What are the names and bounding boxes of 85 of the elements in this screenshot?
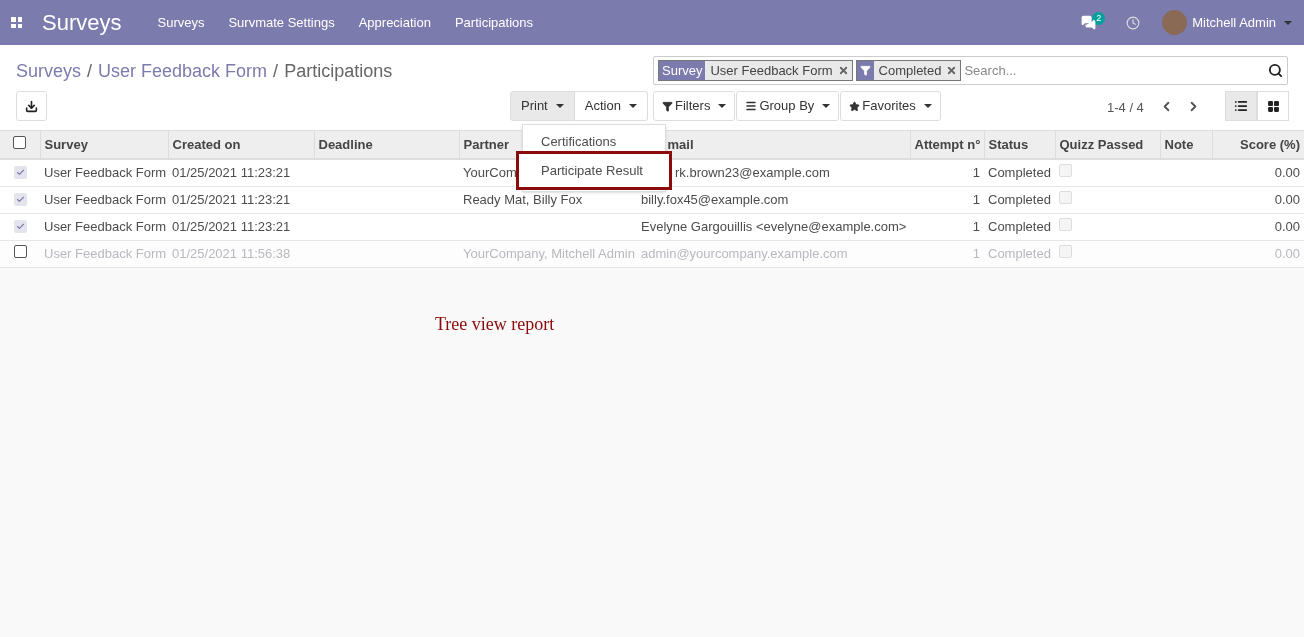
table-cell: Completed xyxy=(988,191,1051,207)
search-field[interactable]: Survey User Feedback Form Completed Search... xyxy=(653,56,1288,85)
breadcrumb-current: Participations xyxy=(284,60,393,83)
lines-icon xyxy=(745,100,758,112)
table-cell: Completed xyxy=(988,245,1051,261)
menu-item[interactable]: Participations xyxy=(454,12,533,33)
remove-icon[interactable] xyxy=(946,61,961,80)
table-cell: Completed xyxy=(988,165,1051,180)
table-cell: 01/25/2021 11:23:21 xyxy=(172,165,291,180)
menu-item[interactable]: Survmate Settings xyxy=(228,12,335,33)
app-title: Surveys xyxy=(42,9,122,37)
caret-icon xyxy=(628,104,637,108)
menu-item[interactable]: Appreciation xyxy=(358,12,431,33)
table-cell: admin@yourcompany.example.com xyxy=(641,245,848,261)
download-icon xyxy=(25,99,38,113)
column-header[interactable]: Note xyxy=(1160,131,1212,159)
table-cell: billy.fox45@example.com xyxy=(641,191,789,207)
column-header[interactable]: Quizz Passed xyxy=(1055,131,1160,159)
table-cell: User Feedback Form xyxy=(44,191,167,207)
table-cell: Completed xyxy=(988,218,1051,234)
column-header[interactable]: Attempt n° xyxy=(910,131,984,159)
table-cell: User Feedback Form xyxy=(44,218,167,234)
list-icon xyxy=(1234,99,1248,113)
menu-item[interactable]: Surveys xyxy=(157,12,205,33)
table-cell: 0.00 xyxy=(1274,191,1300,207)
facet-label: Survey xyxy=(659,61,706,80)
table-cell: 1 xyxy=(972,218,980,234)
check-icon xyxy=(15,221,25,231)
column-header[interactable]: Status xyxy=(984,131,1055,159)
apps-icon[interactable] xyxy=(11,17,22,28)
pager[interactable]: 1-4 / 4 xyxy=(1107,98,1144,118)
grid-icon xyxy=(1266,99,1280,113)
check-icon xyxy=(15,194,25,204)
messages-icon[interactable] xyxy=(1081,15,1097,30)
table-cell: YourCompany, Mitchell Admin xyxy=(463,245,635,261)
table-cell: User Feedback Form xyxy=(44,165,167,180)
check-icon xyxy=(15,168,25,177)
facet-value: Completed xyxy=(873,61,947,80)
table-cell: 01/25/2021 11:23:21 xyxy=(172,218,291,234)
table-cell: Ready Mat, Billy Fox xyxy=(463,191,583,207)
table-cell: 0.00 xyxy=(1274,245,1300,261)
annotation-text: Tree view report xyxy=(435,313,555,336)
table-cell: 0.00 xyxy=(1274,165,1300,180)
table-cell: 1 xyxy=(972,245,980,261)
breadcrumb-separator: / xyxy=(87,60,93,83)
user-menu[interactable]: Mitchell Admin xyxy=(1192,12,1292,33)
caret-icon xyxy=(555,104,564,108)
checkbox[interactable] xyxy=(13,244,27,258)
clock-icon[interactable] xyxy=(1126,15,1141,30)
caret-icon xyxy=(923,104,932,108)
facet-value: User Feedback Form xyxy=(705,61,838,80)
caret-icon xyxy=(1284,20,1292,25)
kanban-view-button[interactable] xyxy=(1257,91,1289,121)
download-button[interactable] xyxy=(16,91,47,121)
table-cell: 0.00 xyxy=(1274,218,1300,234)
table-cell: Evelyne Gargouillis <evelyne@example.com> xyxy=(641,218,907,234)
column-header[interactable]: Score (%) xyxy=(1212,131,1304,159)
breadcrumb-link[interactable]: Surveys xyxy=(16,58,82,85)
table-cell: User Feedback Form xyxy=(44,245,167,261)
group-by-button[interactable]: Group By xyxy=(736,91,840,121)
list-view-button[interactable] xyxy=(1225,91,1257,121)
table-cell: 01/25/2021 11:23:21 xyxy=(172,191,291,207)
filters-button[interactable]: Filters xyxy=(653,91,736,121)
favorites-button[interactable]: Favorites xyxy=(840,91,941,121)
table-cell: 1 xyxy=(972,191,980,207)
table-cell: YourCom xyxy=(463,165,517,180)
search-icon[interactable] xyxy=(1268,63,1283,78)
column-header[interactable]: Created on xyxy=(168,131,314,159)
breadcrumb-separator: / xyxy=(273,60,279,83)
star-icon xyxy=(849,100,861,112)
search-input[interactable]: Search... xyxy=(964,60,1265,81)
breadcrumb-link[interactable]: User Feedback Form xyxy=(98,58,268,85)
print-button[interactable]: Print xyxy=(510,91,575,121)
dropdown-item[interactable]: Participate Result xyxy=(519,154,669,187)
checkbox[interactable] xyxy=(13,135,27,149)
table-cell: 1 xyxy=(972,165,980,180)
caret-icon xyxy=(718,104,727,108)
filter-icon xyxy=(856,61,874,80)
column-header[interactable]: Deadline xyxy=(314,131,459,159)
action-button[interactable]: Action xyxy=(574,91,648,121)
caret-icon xyxy=(822,104,831,108)
table-cell: rk.brown23@example.com xyxy=(675,165,830,180)
column-header[interactable]: Survey xyxy=(40,131,168,159)
table-cell: 01/25/2021 11:56:38 xyxy=(172,245,291,261)
filter-icon xyxy=(662,100,673,112)
